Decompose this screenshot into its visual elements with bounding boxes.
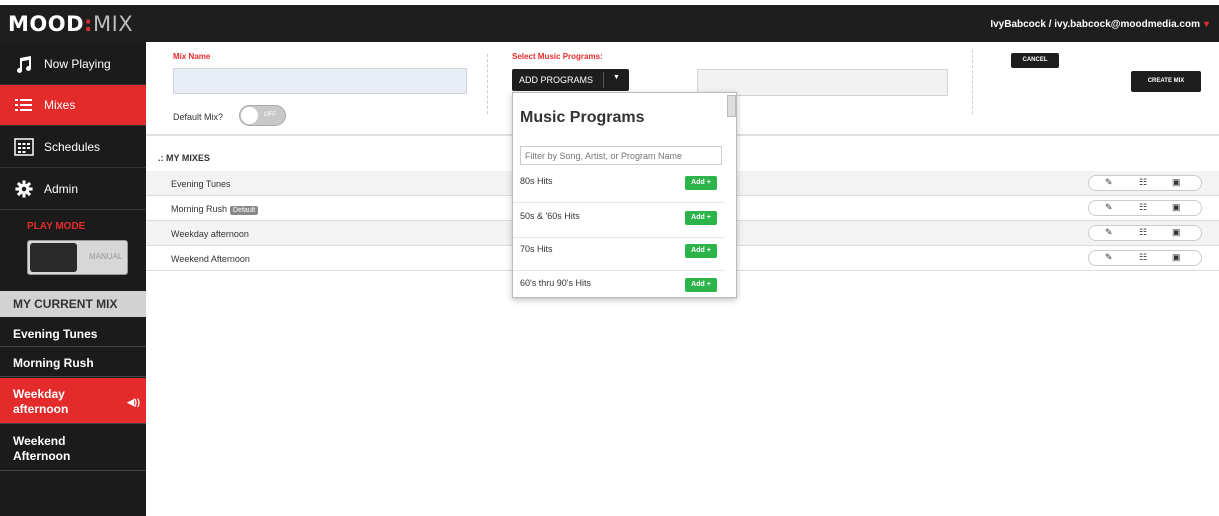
app-logo[interactable]: MOOD:MIX bbox=[8, 12, 133, 36]
sidebar-item-now-playing[interactable]: Now Playing bbox=[0, 44, 146, 85]
speaker-icon: ◀)) bbox=[127, 397, 140, 407]
program-name: 60's thru 90's Hits bbox=[520, 278, 591, 288]
mix-name: Evening Tunes bbox=[171, 179, 231, 189]
play-mode-label: PLAY MODE bbox=[27, 221, 86, 232]
sidebar-item-label: Mixes bbox=[44, 98, 76, 112]
chevron-down-icon: ▼ bbox=[613, 74, 620, 81]
program-name: 80s Hits bbox=[520, 176, 553, 186]
default-mix-toggle[interactable]: OFF bbox=[239, 105, 286, 126]
user-menu[interactable]: IvyBabcock / ivy.babcock@moodmedia.com ▾ bbox=[990, 19, 1209, 30]
default-mix-label: Default Mix? bbox=[173, 112, 224, 122]
mix-name-input[interactable] bbox=[173, 68, 467, 94]
my-mixes-heading: .: MY MIXES bbox=[158, 153, 210, 163]
row-actions: ✎ ☷ ▣ bbox=[1088, 175, 1202, 191]
toggle-knob bbox=[30, 243, 77, 272]
add-programs-button[interactable]: ADD PROGRAMS ▼ bbox=[512, 69, 629, 91]
divider bbox=[603, 72, 604, 88]
chevron-down-icon: ▾ bbox=[1203, 19, 1209, 30]
mix-name: Weekend Afternoon bbox=[171, 254, 250, 264]
current-mix-item[interactable]: Evening Tunes bbox=[0, 319, 146, 347]
play-mode-toggle[interactable]: MANUAL bbox=[27, 240, 128, 275]
current-mix-item-playing[interactable]: Weekday afternoon ◀)) bbox=[0, 378, 146, 424]
dropdown-title: Music Programs bbox=[520, 109, 645, 126]
program-filter-input[interactable]: Filter by Song, Artist, or Program Name bbox=[520, 146, 722, 165]
music-note-icon bbox=[17, 56, 32, 73]
logo-mood-text: MOOD bbox=[8, 12, 85, 36]
add-program-button[interactable]: Add + bbox=[685, 211, 717, 225]
list-item: 60's thru 90's Hits Add + bbox=[513, 271, 725, 305]
create-mix-button[interactable]: CREATE MIX bbox=[1131, 71, 1201, 92]
scrollbar[interactable] bbox=[727, 95, 736, 117]
list-item: 50s & '60s Hits Add + bbox=[513, 204, 725, 238]
mix-name-text: Morning Rush bbox=[171, 204, 228, 214]
sidebar-item-label: Admin bbox=[44, 182, 79, 196]
gear-icon bbox=[15, 180, 33, 198]
user-account-label: IvyBabcock / ivy.babcock@moodmedia.com bbox=[990, 19, 1200, 30]
logo-colon: : bbox=[84, 12, 93, 36]
mixer-icon[interactable]: ☷ bbox=[1139, 227, 1147, 238]
row-actions: ✎ ☷ ▣ bbox=[1088, 200, 1202, 216]
list-icon bbox=[15, 99, 32, 111]
add-programs-label: ADD PROGRAMS bbox=[519, 75, 594, 85]
add-program-button[interactable]: Add + bbox=[685, 278, 717, 292]
current-mix-item[interactable]: Morning Rush bbox=[0, 348, 146, 377]
sidebar-item-schedules[interactable]: Schedules bbox=[0, 127, 146, 168]
current-mix-label: Weekend Afternoon bbox=[13, 434, 71, 463]
music-programs-dropdown: Music Programs Filter by Song, Artist, o… bbox=[512, 92, 737, 298]
trash-icon[interactable]: ▣ bbox=[1172, 252, 1181, 263]
sidebar-item-label: Schedules bbox=[44, 140, 101, 154]
current-mix-label: Morning Rush bbox=[13, 356, 94, 370]
select-programs-label: Select Music Programs: bbox=[512, 52, 603, 61]
edit-icon[interactable]: ✎ bbox=[1105, 177, 1113, 188]
trash-icon[interactable]: ▣ bbox=[1172, 177, 1181, 188]
current-mix-label: Weekday afternoon bbox=[13, 387, 69, 416]
edit-icon[interactable]: ✎ bbox=[1105, 252, 1113, 263]
default-badge: Default bbox=[230, 206, 259, 215]
calendar-icon bbox=[14, 138, 34, 156]
mixer-icon[interactable]: ☷ bbox=[1139, 177, 1147, 188]
add-program-button[interactable]: Add + bbox=[685, 176, 717, 190]
list-item: 70s Hits Add + bbox=[513, 237, 725, 271]
current-mix-item[interactable]: Weekend Afternoon bbox=[0, 425, 146, 471]
mix-name: Morning Rush Default bbox=[171, 204, 259, 215]
list-item: 80s Hits Add + bbox=[513, 169, 725, 203]
logo-mix-text: MIX bbox=[92, 12, 134, 36]
row-actions: ✎ ☷ ▣ bbox=[1088, 225, 1202, 241]
manual-label: MANUAL bbox=[89, 252, 123, 261]
program-name: 50s & '60s Hits bbox=[520, 211, 580, 221]
top-bar: MOOD:MIX IvyBabcock / ivy.babcock@moodme… bbox=[0, 5, 1219, 42]
sidebar-item-mixes[interactable]: Mixes bbox=[0, 85, 146, 126]
mixer-icon[interactable]: ☷ bbox=[1139, 202, 1147, 213]
cancel-button[interactable]: CANCEL bbox=[1011, 53, 1059, 68]
current-mix-heading: MY CURRENT MIX bbox=[0, 291, 146, 317]
mix-name-label: Mix Name bbox=[173, 52, 211, 61]
sidebar-item-admin[interactable]: Admin bbox=[0, 169, 146, 210]
divider bbox=[972, 50, 973, 114]
divider bbox=[487, 54, 488, 114]
trash-icon[interactable]: ▣ bbox=[1172, 202, 1181, 213]
mixer-icon[interactable]: ☷ bbox=[1139, 252, 1147, 263]
current-mix-label: Evening Tunes bbox=[13, 327, 98, 341]
sidebar-item-label: Now Playing bbox=[44, 57, 111, 71]
program-name: 70s Hits bbox=[520, 244, 553, 254]
row-actions: ✎ ☷ ▣ bbox=[1088, 250, 1202, 266]
toggle-knob bbox=[241, 107, 258, 124]
trash-icon[interactable]: ▣ bbox=[1172, 227, 1181, 238]
edit-icon[interactable]: ✎ bbox=[1105, 227, 1113, 238]
toggle-off-label: OFF bbox=[264, 112, 276, 118]
sidebar: Now Playing Mixes Schedules Admin PLAY M… bbox=[0, 42, 146, 516]
edit-icon[interactable]: ✎ bbox=[1105, 202, 1113, 213]
mix-name: Weekday afternoon bbox=[171, 229, 249, 239]
add-program-button[interactable]: Add + bbox=[685, 244, 717, 258]
